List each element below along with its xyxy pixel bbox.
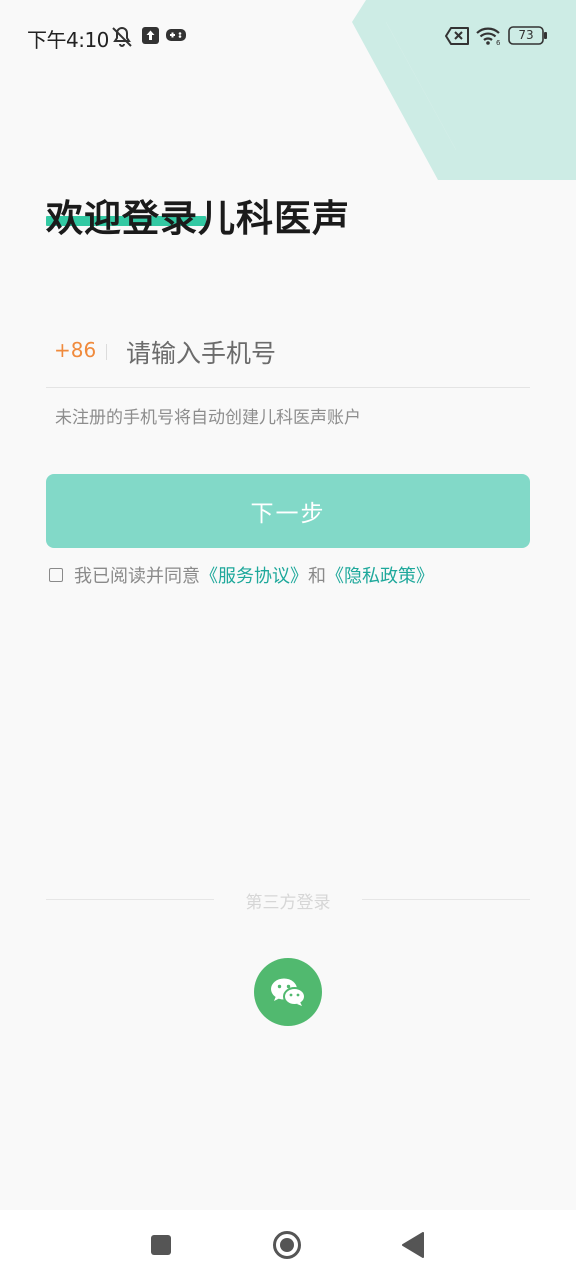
registration-hint: 未注册的手机号将自动创建儿科医声账户 xyxy=(55,408,361,428)
wifi-icon: 6 xyxy=(476,27,501,46)
sim-missing-icon xyxy=(445,27,469,45)
status-bar: 下午4:10 6 73 xyxy=(0,0,576,72)
agreement-checkbox[interactable] xyxy=(49,568,63,582)
svg-text:6: 6 xyxy=(496,39,501,46)
wechat-icon xyxy=(271,978,306,1006)
country-code[interactable]: +86 xyxy=(54,338,96,362)
agreement-text: 我已阅读并同意 xyxy=(74,566,200,587)
third-party-label: 第三方登录 xyxy=(245,893,331,913)
agreement-and: 和 xyxy=(308,566,326,587)
wechat-login-button[interactable] xyxy=(254,958,322,1026)
upload-icon xyxy=(142,27,159,44)
battery-level: 73 xyxy=(518,28,534,42)
country-code-divider xyxy=(106,344,107,360)
back-triangle-icon[interactable] xyxy=(401,1232,425,1258)
service-agreement-link[interactable]: 《服务协议》 xyxy=(200,562,308,588)
home-circle-icon[interactable] xyxy=(272,1230,302,1260)
privacy-policy-link[interactable]: 《隐私政策》 xyxy=(326,562,434,588)
agreement-row: 我已阅读并同意 《服务协议》 和 《隐私政策》 xyxy=(49,562,434,588)
divider-line xyxy=(362,899,530,900)
divider-line xyxy=(46,899,214,900)
next-button[interactable]: 下一步 xyxy=(46,474,530,548)
third-party-divider: 第三方登录 xyxy=(46,888,530,913)
page-title: 欢迎登录儿科医声 xyxy=(46,197,350,240)
page-title-wrapper: 欢迎登录儿科医声 xyxy=(46,188,350,240)
mute-icon xyxy=(112,26,132,47)
status-time: 下午4:10 xyxy=(27,28,109,52)
game-icon xyxy=(166,29,186,41)
phone-input-row: +86 xyxy=(46,322,530,388)
recents-square-icon[interactable] xyxy=(150,1234,172,1256)
navigation-bar xyxy=(0,1210,576,1280)
phone-input[interactable] xyxy=(126,328,526,378)
